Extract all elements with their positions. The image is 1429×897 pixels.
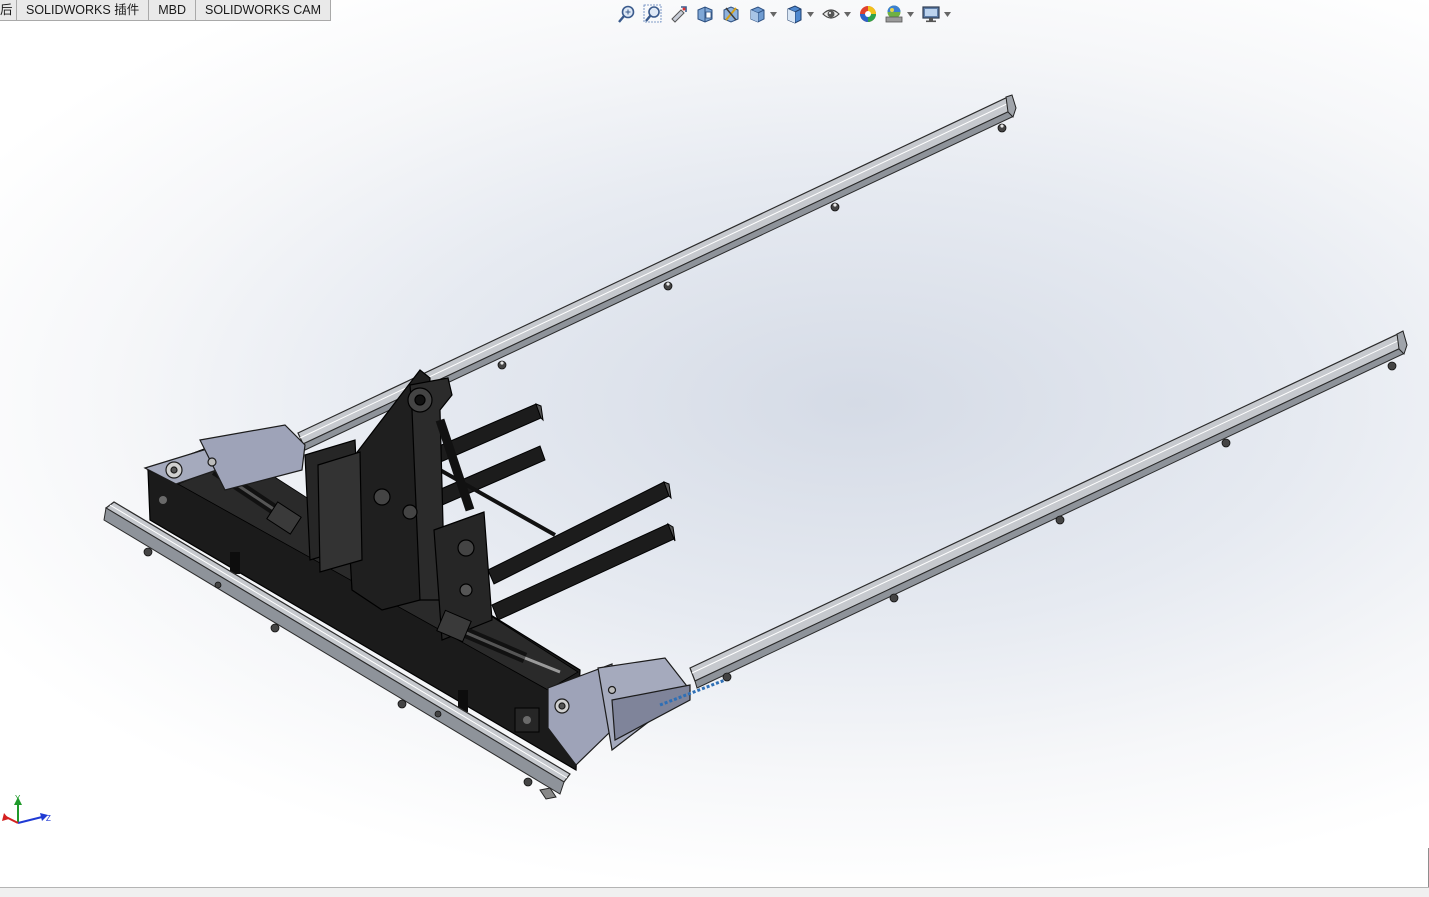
previous-view-icon[interactable] — [668, 3, 690, 25]
tab-solidworks-addins[interactable]: SOLIDWORKS 插件 — [17, 0, 150, 21]
view-settings-dropdown[interactable] — [943, 3, 951, 25]
z-axis-line — [17, 816, 43, 824]
apply-scene-dropdown[interactable] — [906, 3, 914, 25]
hide-show-items-dropdown[interactable] — [843, 3, 851, 25]
reference-triad: Y Z — [2, 794, 51, 824]
triad-z-label: Z — [46, 814, 51, 823]
right-rail — [689, 330, 1408, 689]
cad-assembly-model — [103, 94, 1408, 800]
edit-appearance-icon[interactable] — [857, 3, 879, 25]
apply-scene-icon[interactable] — [883, 3, 905, 25]
graphics-area[interactable] — [0, 0, 1429, 897]
zoom-to-fit-icon[interactable] — [616, 3, 638, 25]
triad-y-label: Y — [15, 794, 21, 803]
tab-mbd[interactable]: MBD — [149, 0, 196, 21]
heads-up-view-toolbar — [616, 2, 957, 26]
view-orientation-dropdown[interactable] — [769, 3, 777, 25]
status-bar — [0, 887, 1429, 897]
tab-partial[interactable]: 后 — [0, 0, 17, 21]
view-settings-icon[interactable] — [920, 3, 942, 25]
dynamic-annotation-views-icon[interactable] — [720, 3, 742, 25]
tab-solidworks-cam[interactable]: SOLIDWORKS CAM — [196, 0, 331, 21]
zoom-to-area-icon[interactable] — [642, 3, 664, 25]
hide-show-items-icon[interactable] — [820, 3, 842, 25]
command-manager-tabs: 后 SOLIDWORKS 插件 MBD SOLIDWORKS CAM — [0, 0, 331, 22]
section-view-icon[interactable] — [694, 3, 716, 25]
view-orientation-icon[interactable] — [746, 3, 768, 25]
display-style-dropdown[interactable] — [806, 3, 814, 25]
display-style-icon[interactable] — [783, 3, 805, 25]
